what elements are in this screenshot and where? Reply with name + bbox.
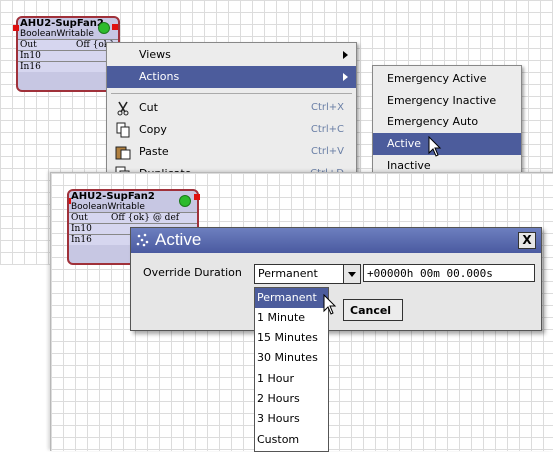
menu-item-paste[interactable]: Paste Ctrl+V	[107, 141, 356, 163]
menu-item-copy[interactable]: Copy Ctrl+C	[107, 119, 356, 141]
option-permanent[interactable]: Permanent	[255, 288, 328, 308]
slot-name: In16	[71, 235, 92, 245]
menu-item-label: Copy	[139, 123, 167, 136]
dropdown-button[interactable]	[343, 265, 360, 283]
submenu-item-emergency-inactive[interactable]: Emergency Inactive	[373, 90, 521, 112]
mouse-cursor-icon	[323, 294, 337, 315]
slot-name: In16	[20, 62, 41, 72]
menu-item-label: Paste	[139, 145, 169, 158]
paste-icon	[115, 146, 131, 160]
submenu-item-emergency-active[interactable]: Emergency Active	[373, 68, 521, 90]
input-pin	[69, 198, 71, 204]
option-1-minute[interactable]: 1 Minute	[255, 308, 328, 328]
component-block[interactable]: AHU2-SupFan2 BooleanWritable Out Off {ok}…	[13, 16, 120, 92]
chevron-down-icon	[348, 272, 356, 277]
cancel-button[interactable]: Cancel	[343, 299, 403, 321]
option-1-hour[interactable]: 1 Hour	[255, 369, 328, 389]
slot-value: Off {ok} @ def	[111, 213, 180, 223]
actions-submenu: Emergency Active Emergency Inactive Emer…	[372, 65, 522, 175]
slot-name: Out	[71, 213, 88, 223]
scissors-icon	[117, 101, 129, 116]
duration-field[interactable]: +00000h 00m 00.000s	[363, 264, 535, 282]
slot-name: Out	[20, 40, 37, 50]
option-30-minutes[interactable]: 30 Minutes	[255, 348, 328, 368]
submenu-item-emergency-auto[interactable]: Emergency Auto	[373, 111, 521, 133]
menu-item-cut[interactable]: Cut Ctrl+X	[107, 97, 356, 119]
submenu-arrow-icon	[343, 51, 348, 59]
slot-row[interactable]: In10	[18, 50, 118, 61]
close-button[interactable]: X	[518, 232, 536, 249]
option-custom[interactable]: Custom	[255, 430, 328, 450]
copy-icon	[116, 122, 130, 138]
input-pin	[13, 25, 19, 31]
option-3-hours[interactable]: 3 Hours	[255, 409, 328, 429]
menu-shortcut: Ctrl+X	[310, 102, 344, 113]
slot-row[interactable]: Out Off {ok}	[18, 39, 118, 50]
submenu-item-active[interactable]: Active	[373, 133, 521, 155]
override-duration-label: Override Duration	[143, 266, 242, 279]
option-15-minutes[interactable]: 15 Minutes	[255, 328, 328, 348]
dialog-titlebar[interactable]: Active X	[131, 228, 541, 253]
submenu-arrow-icon	[343, 73, 348, 81]
context-menu: Views Actions Cut Ctrl+X Copy Ctrl+C Pas…	[106, 42, 357, 176]
menu-item-label: Actions	[139, 70, 180, 83]
output-pin	[112, 24, 118, 30]
duration-dropdown-list: Permanent 1 Minute 15 Minutes 30 Minutes…	[254, 287, 329, 452]
status-indicator	[98, 22, 110, 34]
status-indicator	[179, 195, 191, 207]
component-type: BooleanWritable	[71, 202, 145, 212]
menu-item-actions[interactable]: Actions	[107, 66, 356, 88]
output-pin	[194, 194, 200, 200]
menu-item-label: Cut	[139, 101, 158, 114]
component-title: AHU2-SupFan2	[71, 191, 155, 202]
duration-select-value: Permanent	[258, 267, 318, 280]
menu-item-views[interactable]: Views	[107, 44, 356, 66]
slot-name: In10	[71, 224, 92, 234]
slot-row[interactable]: In16	[18, 61, 118, 72]
duration-select[interactable]: Permanent	[254, 264, 361, 284]
dialog-title: Active	[155, 230, 202, 249]
submenu-item-inactive[interactable]: Inactive	[373, 155, 521, 173]
slot-name: In10	[20, 51, 41, 61]
mouse-cursor-icon	[428, 136, 442, 157]
menu-separator	[111, 93, 352, 94]
menu-item-label: Views	[139, 48, 171, 61]
menu-shortcut: Ctrl+C	[310, 124, 344, 135]
action-icon	[136, 233, 149, 247]
slot-row[interactable]: Out Off {ok} @ def	[69, 212, 197, 223]
option-2-hours[interactable]: 2 Hours	[255, 389, 328, 409]
menu-shortcut: Ctrl+V	[310, 146, 344, 157]
